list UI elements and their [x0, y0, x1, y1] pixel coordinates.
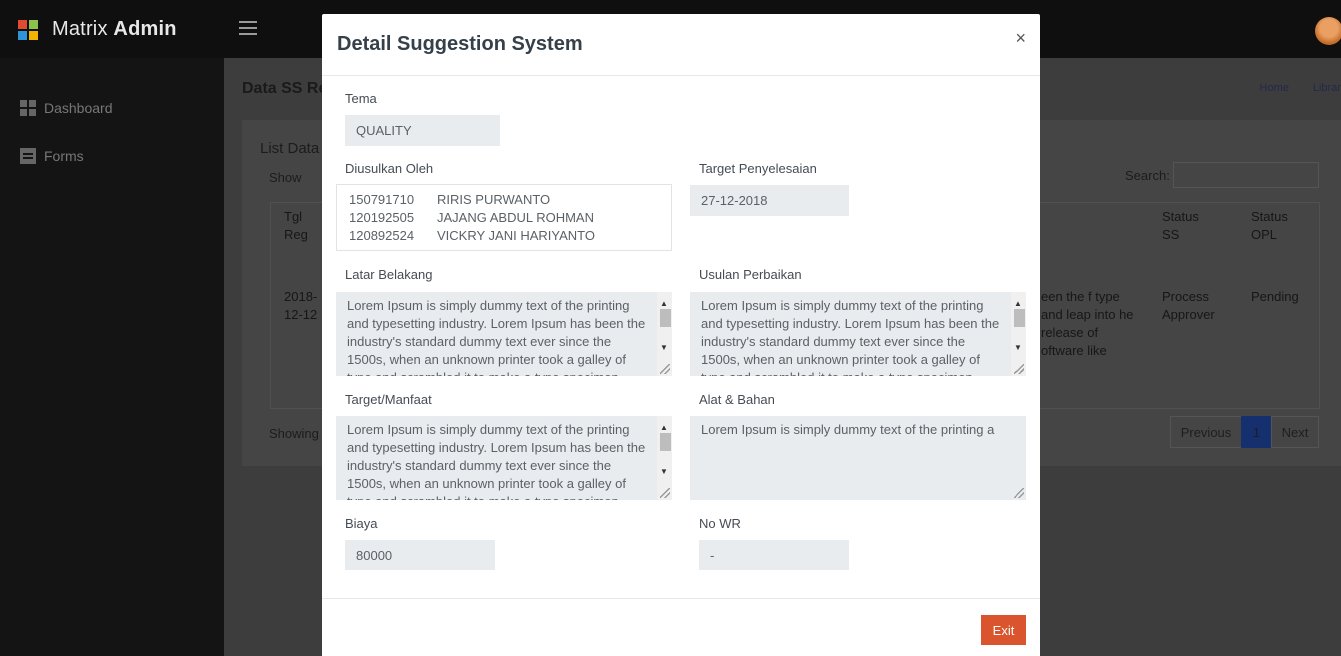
forms-icon	[20, 148, 36, 164]
pager-next[interactable]: Next	[1271, 416, 1319, 448]
target-manfaat-label: Target/Manfaat	[345, 392, 432, 407]
pager-previous[interactable]: Previous	[1170, 416, 1242, 448]
modal-title: Detail Suggestion System	[337, 33, 583, 55]
proposer-row: 150791710 RIRIS PURWANTO	[349, 191, 659, 209]
proposer-name: RIRIS PURWANTO	[437, 192, 551, 207]
usulan-perbaikan-textarea[interactable]: Lorem Ipsum is simply dummy text of the …	[690, 292, 1026, 376]
diusulkan-oleh-list: 150791710 RIRIS PURWANTO 120192505 JAJANG …	[336, 184, 672, 251]
tema-field[interactable]: QUALITY	[345, 115, 500, 146]
detail-modal: Detail Suggestion System × Tema QUALITY …	[322, 14, 1040, 656]
search-label: Search:	[1125, 168, 1170, 183]
breadcrumb: Home Librar	[1260, 82, 1341, 94]
sidebar-item-label: Dashboard	[44, 100, 113, 116]
proposer-row: 120892524 VICKRY JANI HARIYANTO	[349, 227, 659, 245]
biaya-field[interactable]: 80000	[345, 540, 495, 570]
proposer-row: 120192505 JAJANG ABDUL ROHMAN	[349, 209, 659, 227]
alat-bahan-label: Alat & Bahan	[699, 392, 775, 407]
modal-footer: Exit	[322, 598, 1040, 656]
target-penyelesaian-label: Target Penyelesaian	[699, 161, 817, 176]
menu-toggle-icon[interactable]	[239, 21, 257, 35]
proposer-name: JAJANG ABDUL ROHMAN	[437, 210, 594, 225]
search-input[interactable]	[1173, 162, 1319, 188]
biaya-label: Biaya	[345, 516, 378, 531]
brand-name: Matrix Admin	[52, 18, 177, 40]
resize-handle-icon[interactable]	[660, 364, 670, 374]
pager-page-1[interactable]: 1	[1241, 416, 1272, 448]
diusulkan-oleh-label: Diusulkan Oleh	[345, 161, 434, 176]
target-manfaat-textarea[interactable]: Lorem Ipsum is simply dummy text of the …	[336, 416, 672, 500]
resize-handle-icon[interactable]	[1014, 488, 1024, 498]
cell-text: een the f type and leap into he release …	[1041, 289, 1134, 358]
close-icon[interactable]: ×	[1015, 28, 1026, 49]
breadcrumb-library[interactable]: Librar	[1313, 82, 1341, 94]
user-avatar[interactable]	[1315, 17, 1341, 45]
target-manfaat-text: Lorem Ipsum is simply dummy text of the …	[347, 422, 646, 500]
no-wr-field[interactable]: -	[699, 540, 849, 570]
proposer-name: VICKRY JANI HARIYANTO	[437, 228, 595, 243]
sidebar-item-label: Forms	[44, 148, 84, 164]
alat-bahan-text: Lorem Ipsum is simply dummy text of the …	[701, 422, 995, 437]
breadcrumb-home[interactable]: Home	[1260, 82, 1289, 94]
resize-handle-icon[interactable]	[660, 488, 670, 498]
modal-header: Detail Suggestion System ×	[322, 14, 1040, 76]
showing-info: Showing	[269, 426, 319, 441]
column-header-status-opl[interactable]: Status OPL	[1251, 208, 1301, 244]
alat-bahan-textarea[interactable]: Lorem Ipsum is simply dummy text of the …	[690, 416, 1026, 500]
no-wr-label: No WR	[699, 516, 741, 531]
cell-status-ss: Process Approver	[1162, 289, 1215, 322]
cell-date: 2018-12-12	[284, 289, 318, 322]
latar-belakang-textarea[interactable]: Lorem Ipsum is simply dummy text of the …	[336, 292, 672, 376]
sidebar: Dashboard Forms	[0, 58, 224, 656]
proposer-id: 150791710	[349, 192, 415, 207]
page-title: Data SS Re	[242, 80, 328, 97]
sidebar-item-forms[interactable]: Forms	[20, 148, 84, 164]
target-penyelesaian-field[interactable]: 27-12-2018	[690, 185, 849, 216]
proposer-id: 120892524	[349, 228, 415, 243]
column-header-tgl-reg[interactable]: Tgl Reg	[284, 208, 324, 244]
column-header-status-ss[interactable]: Status SS	[1162, 208, 1212, 244]
logo-icon	[18, 19, 38, 40]
cell-status-opl: Pending	[1251, 289, 1299, 304]
latar-belakang-text: Lorem Ipsum is simply dummy text of the …	[347, 298, 646, 376]
show-entries-label: Show	[269, 170, 302, 185]
latar-belakang-label: Latar Belakang	[345, 267, 433, 282]
resize-handle-icon[interactable]	[1014, 364, 1024, 374]
proposer-id: 120192505	[349, 210, 415, 225]
card-title: List Data	[260, 140, 320, 157]
exit-button[interactable]: Exit	[981, 615, 1026, 645]
sidebar-item-dashboard[interactable]: Dashboard	[20, 100, 113, 116]
brand-logo[interactable]: Matrix Admin	[18, 18, 177, 41]
dashboard-icon	[20, 100, 36, 116]
usulan-perbaikan-text: Lorem Ipsum is simply dummy text of the …	[701, 298, 1000, 376]
tema-label: Tema	[345, 91, 377, 106]
usulan-perbaikan-label: Usulan Perbaikan	[699, 267, 802, 282]
